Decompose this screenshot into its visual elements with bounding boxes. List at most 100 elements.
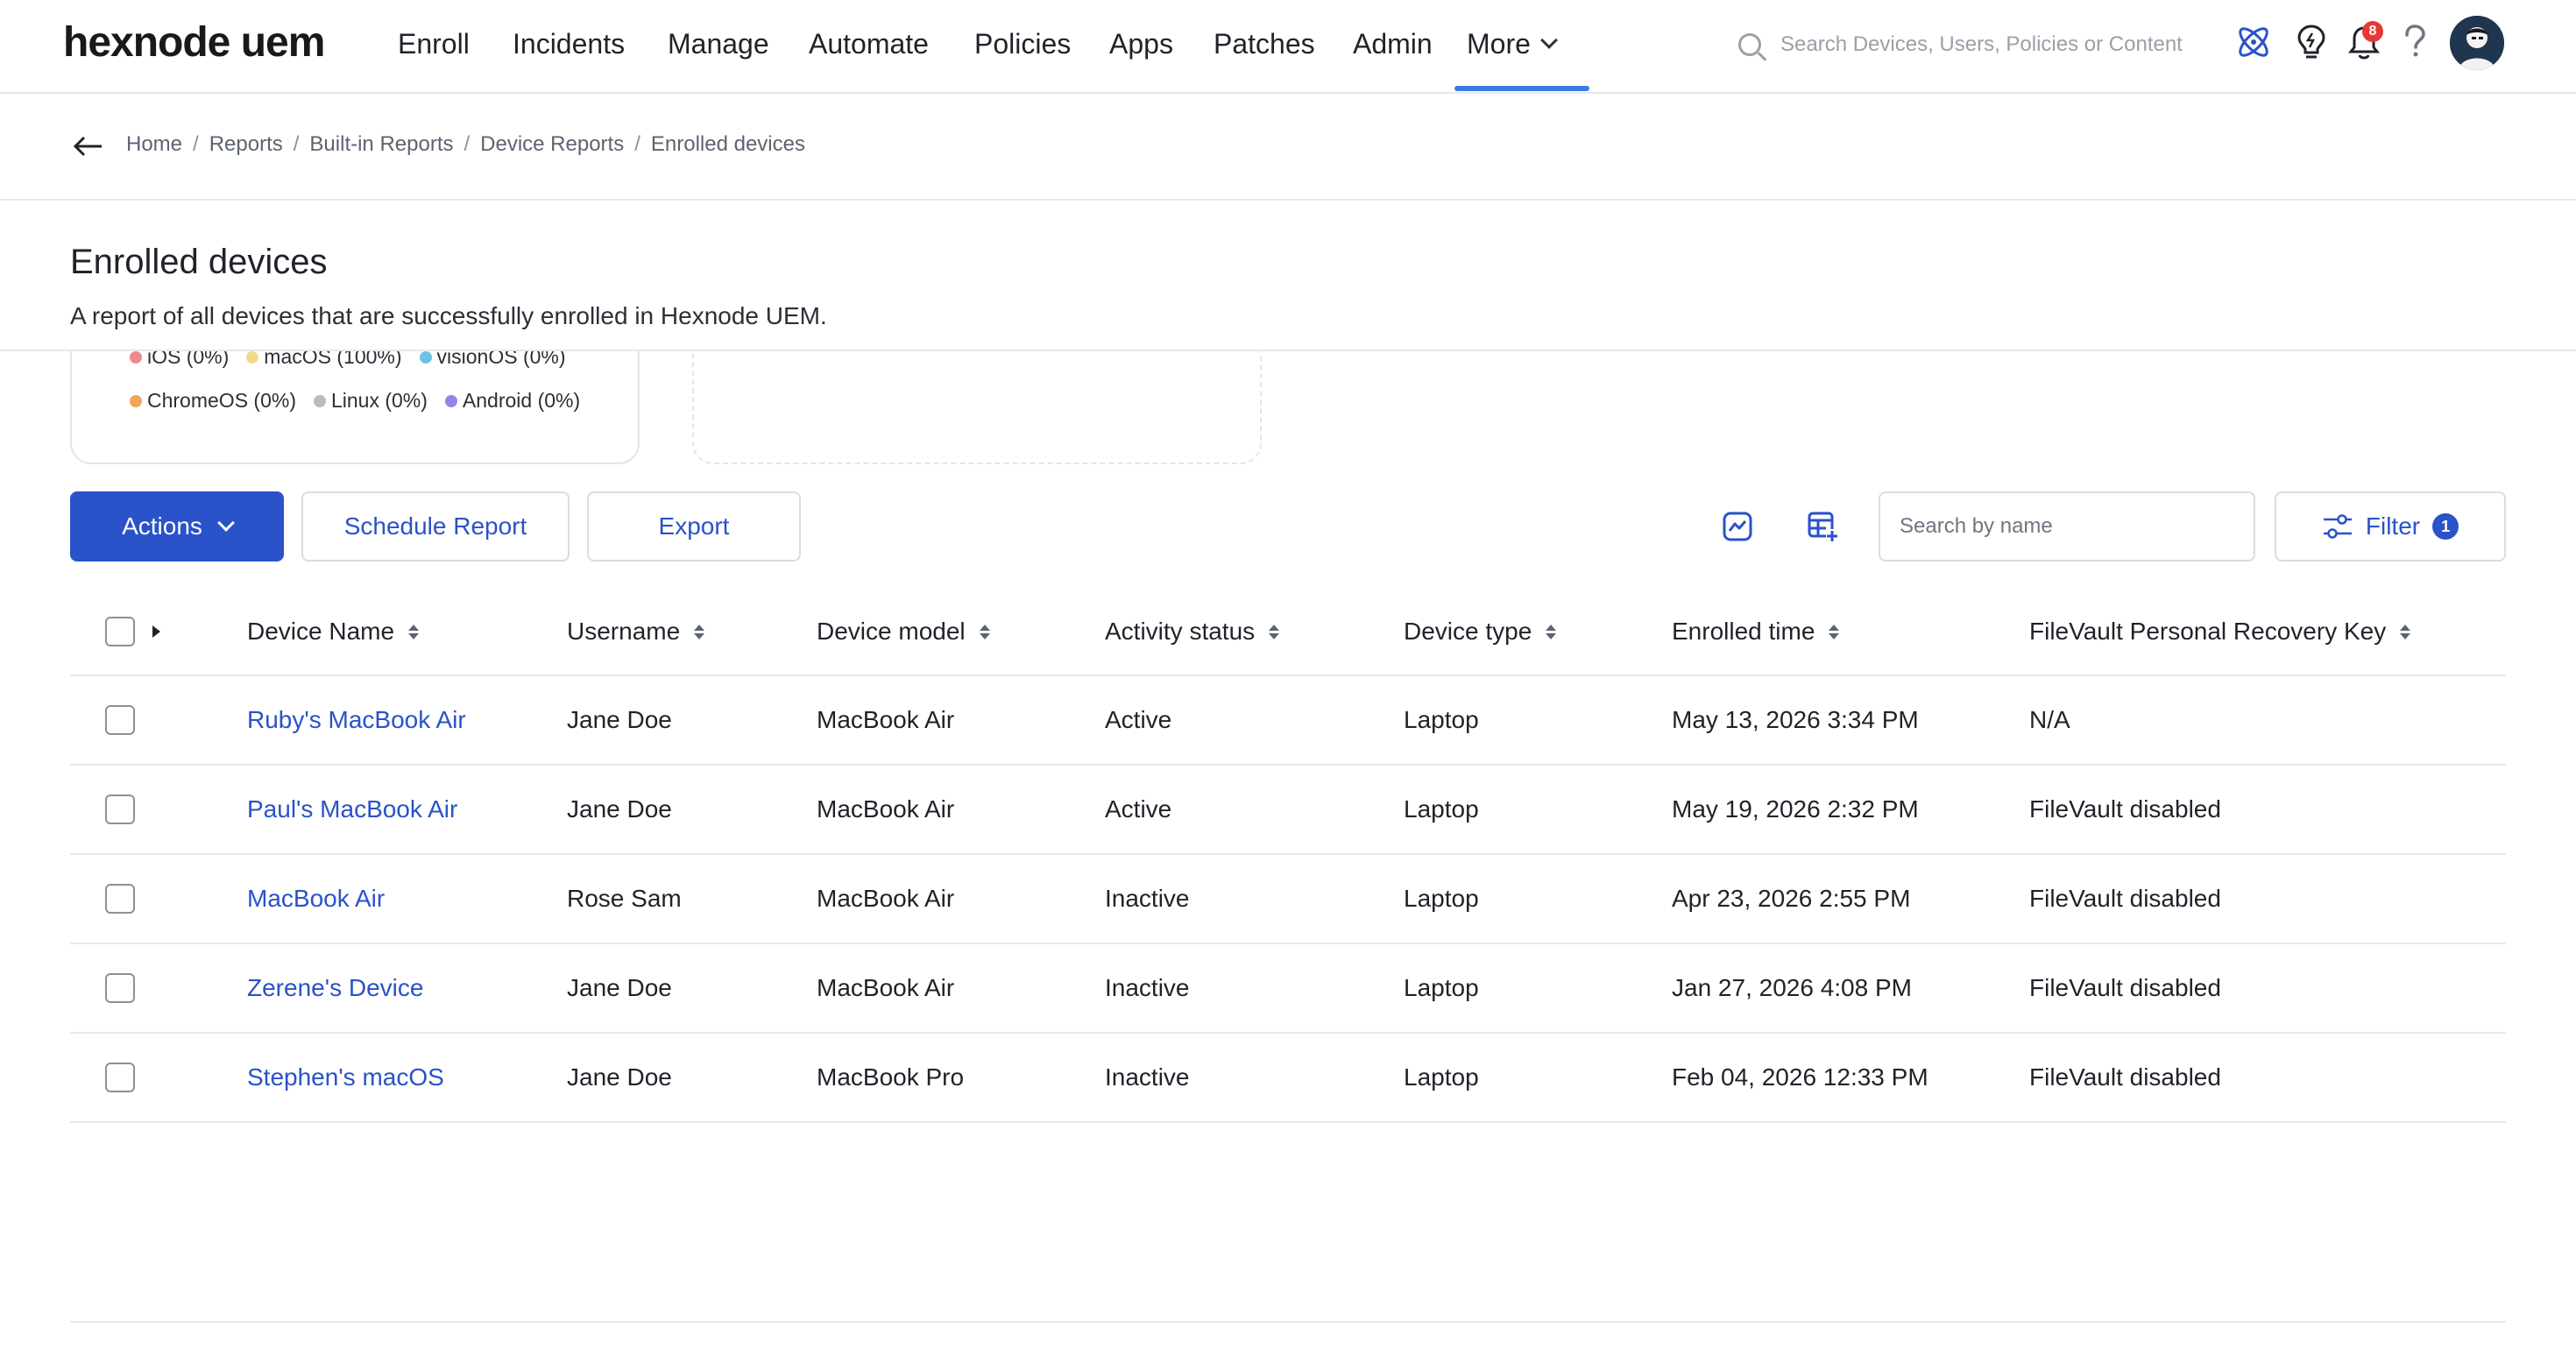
breadcrumb-separator: / (193, 132, 199, 156)
column-header-device-type[interactable]: Device type (1404, 589, 1557, 674)
search-by-name-box (1879, 491, 2255, 561)
schedule-report-button[interactable]: Schedule Report (301, 491, 570, 561)
nav-item-automate[interactable]: Automate (809, 25, 929, 63)
device-name-cell: Zerene's Device (247, 944, 423, 1032)
nav-item-policies[interactable]: Policies (974, 25, 1071, 63)
nav-item-manage[interactable]: Manage (668, 25, 769, 63)
row-checkbox[interactable] (105, 795, 135, 824)
row-checkbox[interactable] (105, 884, 135, 914)
sort-icon[interactable] (694, 624, 705, 639)
sort-icon[interactable] (408, 624, 420, 639)
filevault-key-cell: FileVault disabled (2029, 795, 2221, 823)
legend-item-chromeos: ChromeOS (0%) (130, 389, 296, 413)
column-header-activity-status[interactable]: Activity status (1105, 589, 1280, 674)
column-header-device-name[interactable]: Device Name (247, 589, 420, 674)
username-cell: Jane Doe (567, 974, 672, 1001)
caret-right-icon[interactable] (152, 625, 160, 638)
chevron-down-icon (217, 514, 235, 532)
actions-label: Actions (122, 512, 202, 540)
column-header-device-model[interactable]: Device model (817, 589, 990, 674)
column-header-label: FileVault Personal Recovery Key (2029, 618, 2387, 645)
nav-item-incidents[interactable]: Incidents (513, 25, 625, 63)
device-type-cell: Laptop (1404, 795, 1479, 823)
sort-icon[interactable] (1269, 624, 1280, 639)
device-name-cell: MacBook Air (247, 855, 385, 943)
legend-dot (419, 350, 432, 364)
user-avatar[interactable] (2450, 16, 2504, 70)
device-name-link[interactable]: Paul's MacBook Air (247, 795, 457, 823)
sort-icon[interactable] (979, 624, 990, 639)
breadcrumb-separator: / (464, 132, 471, 156)
nav-item-enroll[interactable]: Enroll (398, 25, 470, 63)
header-select-cell (105, 589, 160, 674)
row-checkbox[interactable] (105, 1063, 135, 1092)
row-checkbox[interactable] (105, 705, 135, 735)
column-header-enrolled-time[interactable]: Enrolled time (1672, 589, 1840, 674)
device-name-cell: Ruby's MacBook Air (247, 676, 466, 764)
atom-icon[interactable] (2231, 19, 2276, 65)
device-name-link[interactable]: MacBook Air (247, 885, 385, 913)
search-by-name-input[interactable] (1900, 514, 2234, 539)
filevault-key-cell: FileVault disabled (2029, 974, 2221, 1001)
filter-sliders-icon (2323, 514, 2352, 539)
activity-status-cell: Active (1105, 706, 1172, 733)
lightbulb-icon[interactable] (2289, 19, 2334, 65)
actions-button[interactable]: Actions (70, 491, 284, 561)
column-header-filevault-key[interactable]: FileVault Personal Recovery Key (2029, 589, 2411, 674)
table-row: MacBook Air Rose Sam MacBook Air Inactiv… (70, 855, 2506, 944)
device-name-link[interactable]: Ruby's MacBook Air (247, 706, 466, 734)
breadcrumb-reports[interactable]: Reports (209, 132, 283, 157)
filter-label: Filter (2365, 512, 2421, 540)
device-name-cell: Paul's MacBook Air (247, 766, 457, 853)
device-model-cell: MacBook Air (817, 795, 955, 823)
breadcrumb-home[interactable]: Home (126, 132, 182, 157)
nav-more-label: More (1467, 28, 1531, 60)
export-button[interactable]: Export (587, 491, 801, 561)
legend-label: ChromeOS (0%) (147, 389, 296, 412)
nav-item-apps[interactable]: Apps (1109, 25, 1173, 63)
device-name-link[interactable]: Stephen's macOS (247, 1063, 444, 1091)
breadcrumb-built-in-reports[interactable]: Built-in Reports (309, 132, 453, 157)
global-search-input[interactable] (1780, 32, 2201, 57)
column-header-label: Device model (817, 618, 966, 645)
global-search (1738, 23, 2212, 67)
enrolled-time-cell: May 13, 2026 3:34 PM (1672, 706, 1919, 733)
chart-view-icon[interactable] (1717, 506, 1758, 547)
enrolled-time-cell: Feb 04, 2026 12:33 PM (1672, 1063, 1928, 1091)
column-header-label: Device type (1404, 618, 1532, 645)
nav-item-admin[interactable]: Admin (1353, 25, 1433, 63)
filevault-key-cell: FileVault disabled (2029, 885, 2221, 912)
add-column-icon[interactable] (1803, 506, 1844, 547)
row-select-cell (105, 855, 135, 943)
column-header-label: Username (567, 618, 681, 645)
row-select-cell (105, 766, 135, 853)
nav-active-indicator (1454, 86, 1589, 91)
nav-item-more[interactable]: More (1467, 25, 1558, 63)
nav-item-patches[interactable]: Patches (1214, 25, 1315, 63)
table-row: Ruby's MacBook Air Jane Doe MacBook Air … (70, 676, 2506, 766)
chevron-down-icon (1540, 32, 1558, 49)
device-type-cell: Laptop (1404, 1063, 1479, 1091)
enrolled-time-cell: Jan 27, 2026 4:08 PM (1672, 974, 1912, 1001)
breadcrumb-device-reports[interactable]: Device Reports (480, 132, 624, 157)
column-header-username[interactable]: Username (567, 589, 705, 674)
breadcrumb-separator: / (293, 132, 300, 156)
sort-icon[interactable] (1829, 624, 1840, 639)
filter-button[interactable]: Filter 1 (2275, 491, 2506, 561)
activity-status-cell: Active (1105, 795, 1172, 823)
legend-item-android: Android (0%) (444, 389, 580, 413)
notifications-bell-icon[interactable]: 8 (2341, 19, 2387, 65)
back-arrow-icon[interactable] (70, 132, 105, 160)
page-description: A report of all devices that are success… (70, 302, 827, 329)
device-name-link[interactable]: Zerene's Device (247, 974, 423, 1002)
select-all-checkbox[interactable] (105, 617, 135, 646)
activity-status-cell: Inactive (1105, 885, 1190, 912)
row-checkbox[interactable] (105, 973, 135, 1003)
device-name-cell: Stephen's macOS (247, 1034, 444, 1121)
top-navigation-bar: hexnode uem Enroll Incidents Manage Auto… (0, 0, 2576, 94)
sort-icon[interactable] (1546, 624, 1557, 639)
legend-dot (130, 350, 142, 364)
sort-icon[interactable] (2400, 624, 2411, 639)
help-icon[interactable] (2392, 19, 2438, 65)
hexnode-logo[interactable]: hexnode uem (63, 14, 325, 72)
